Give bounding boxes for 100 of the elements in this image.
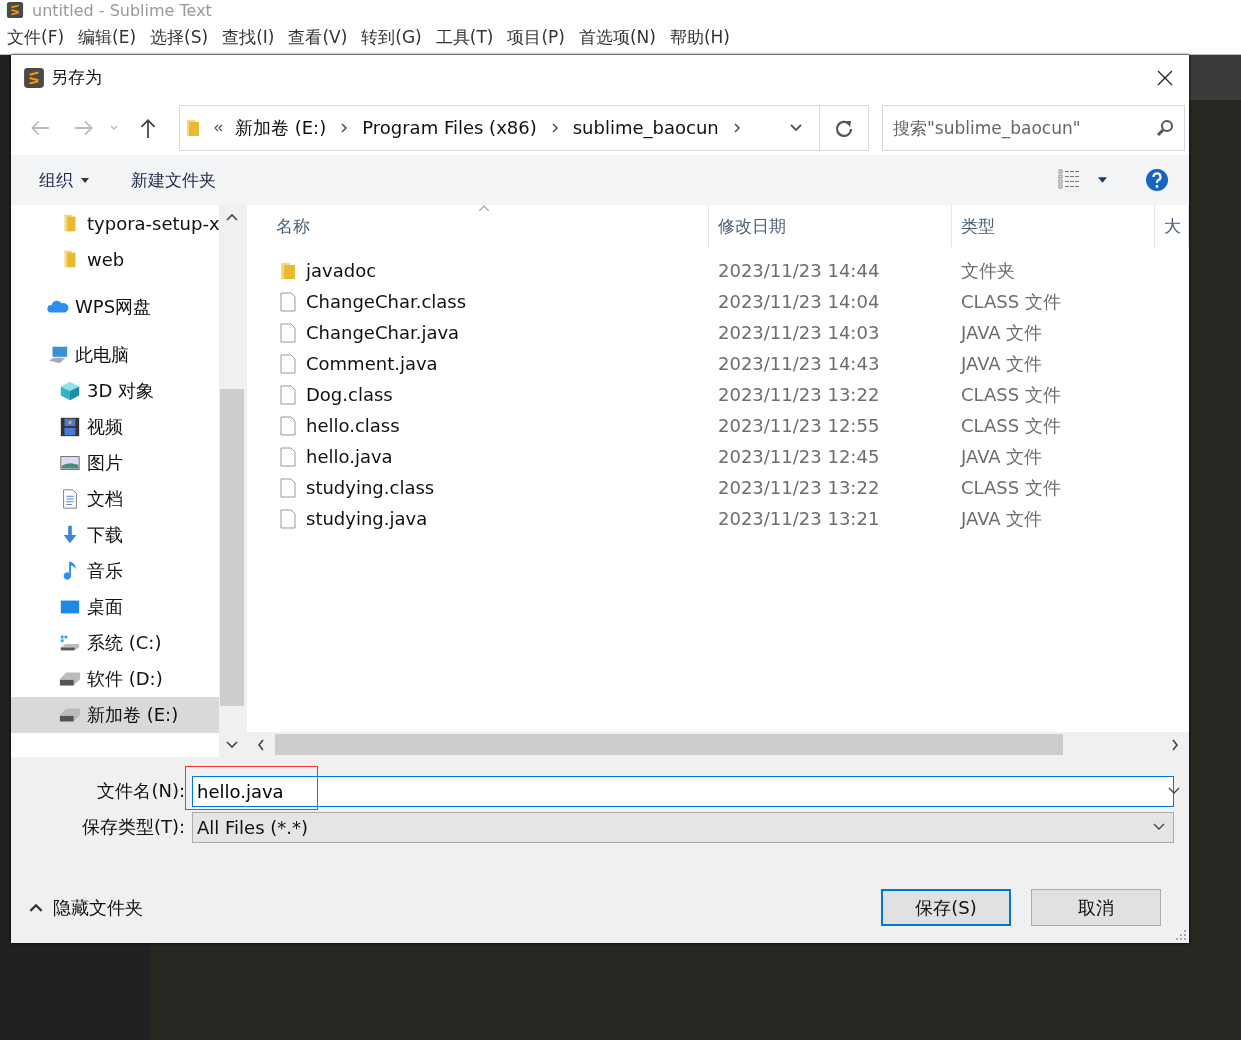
file-row[interactable]: javadoc 2023/11/23 14:44 文件夹: [247, 255, 1189, 286]
chevron-down-icon[interactable]: [789, 122, 803, 133]
nav-item[interactable]: 软件 (D:): [11, 661, 219, 697]
cube-icon: [59, 380, 81, 402]
filename-label: 文件名(N):: [96, 779, 186, 803]
file-date: 2023/11/23 14:43: [718, 353, 880, 374]
file-row[interactable]: Comment.java 2023/11/23 14:43 JAVA 文件: [247, 348, 1189, 379]
file-type: 文件夹: [961, 258, 1015, 283]
file-type: CLASS 文件: [961, 382, 1061, 407]
dialog-button[interactable]: 保存(S): [881, 889, 1011, 926]
menu-item[interactable]: 文件(F): [7, 25, 65, 49]
column-header[interactable]: 类型: [952, 205, 1155, 247]
file-icon: [280, 384, 296, 405]
breadcrumb[interactable]: sublime_baocun: [572, 117, 719, 138]
nav-item[interactable]: 系统 (C:): [11, 625, 219, 661]
scroll-up-icon[interactable]: [226, 213, 238, 221]
file-date: 2023/11/23 14:03: [718, 322, 880, 343]
nav-item[interactable]: 桌面: [11, 589, 219, 625]
caret-icon: [81, 177, 89, 183]
file-type: CLASS 文件: [961, 289, 1061, 314]
scroll-left-icon[interactable]: [257, 738, 265, 751]
nav-item[interactable]: web: [11, 241, 219, 277]
search-icon: [1155, 117, 1175, 138]
nav-item[interactable]: 视频: [11, 409, 219, 445]
file-name: hello.class: [306, 415, 400, 436]
caret-icon[interactable]: [1098, 177, 1107, 183]
nav-item[interactable]: typora-setup-x: [11, 205, 219, 241]
filetype-dropdown[interactable]: All Files (*.*): [192, 811, 1174, 843]
chevron-right-icon[interactable]: [340, 121, 349, 134]
file-date: 2023/11/23 14:44: [718, 260, 880, 281]
menu-item[interactable]: 编辑(E): [78, 25, 137, 49]
pc-icon: [47, 344, 69, 366]
chevron-down-icon[interactable]: [1168, 787, 1180, 795]
search-field[interactable]: 搜索"sublime_baocun": [882, 104, 1185, 151]
file-date: 2023/11/23 12:45: [718, 446, 880, 467]
file-icon: [280, 353, 296, 374]
file-icon: [280, 291, 296, 312]
chevron-down-icon[interactable]: [1153, 823, 1165, 831]
chevron-up-icon: [29, 903, 43, 912]
nav-item[interactable]: 新加卷 (E:): [11, 697, 219, 733]
file-name: ChangeChar.class: [306, 291, 467, 312]
file-name: Comment.java: [306, 353, 438, 374]
file-row[interactable]: Dog.class 2023/11/23 13:22 CLASS 文件: [247, 379, 1189, 410]
nav-item[interactable]: 此电脑: [11, 337, 219, 373]
resize-grip-icon[interactable]: [1176, 930, 1186, 940]
nav-item[interactable]: WPS网盘: [11, 289, 219, 325]
file-icon: [280, 477, 296, 498]
scrollbar-thumb[interactable]: [275, 734, 1063, 755]
file-row[interactable]: studying.class 2023/11/23 13:22 CLASS 文件: [247, 472, 1189, 503]
new-folder-button[interactable]: 新建文件夹: [123, 164, 224, 196]
file-name: javadoc: [306, 260, 377, 281]
column-header[interactable]: 大: [1155, 205, 1189, 247]
view-details-icon[interactable]: [1058, 169, 1080, 191]
breadcrumb[interactable]: 新加卷 (E:): [235, 115, 327, 140]
column-header[interactable]: 名称: [247, 205, 709, 247]
double-chevron-icon[interactable]: [214, 123, 223, 132]
file-row[interactable]: hello.class 2023/11/23 12:55 CLASS 文件: [247, 410, 1189, 441]
file-name: ChangeChar.java: [306, 322, 460, 343]
file-type: CLASS 文件: [961, 475, 1061, 500]
file-name: hello.java: [306, 446, 393, 467]
file-date: 2023/11/23 14:04: [718, 291, 880, 312]
help-icon[interactable]: [1145, 168, 1169, 192]
nav-item[interactable]: 音乐: [11, 553, 219, 589]
file-row[interactable]: studying.java 2023/11/23 13:21 JAVA 文件: [247, 503, 1189, 534]
nav-item[interactable]: 图片: [11, 445, 219, 481]
menu-item[interactable]: 查看(V): [288, 25, 348, 49]
menu-item[interactable]: 项目(P): [507, 25, 565, 49]
menu-item[interactable]: 选择(S): [150, 25, 209, 49]
filetype-label: 保存类型(T):: [80, 815, 186, 839]
file-row[interactable]: ChangeChar.class 2023/11/23 14:04 CLASS 文件: [247, 286, 1189, 317]
filename-field[interactable]: hello.java: [192, 775, 1174, 807]
menu-item[interactable]: 查找(I): [222, 25, 275, 49]
file-date: 2023/11/23 12:55: [718, 415, 880, 436]
breadcrumb[interactable]: Program Files (x86): [362, 117, 537, 138]
file-date: 2023/11/23 13:21: [718, 508, 880, 529]
scroll-right-icon[interactable]: [1171, 738, 1179, 751]
close-icon[interactable]: [1157, 69, 1173, 86]
hide-folders-toggle[interactable]: 隐藏文件夹: [25, 891, 147, 924]
column-header[interactable]: 修改日期: [709, 205, 952, 247]
menu-item[interactable]: 帮助(H): [669, 25, 730, 49]
chevron-right-icon[interactable]: [732, 121, 741, 134]
organize-button[interactable]: 组织: [31, 164, 97, 196]
chevron-right-icon[interactable]: [550, 121, 559, 134]
file-name: studying.java: [306, 508, 428, 529]
dialog-button[interactable]: 取消: [1031, 889, 1161, 926]
address-bar[interactable]: 新加卷 (E:) Program Files (x86) sublime_baocun: [179, 104, 869, 151]
nav-item[interactable]: 下载: [11, 517, 219, 553]
menu-item[interactable]: 首选项(N): [578, 25, 656, 49]
file-row[interactable]: ChangeChar.java 2023/11/23 14:03 JAVA 文件: [247, 317, 1189, 348]
nav-item[interactable]: 3D 对象: [11, 373, 219, 409]
file-name: Dog.class: [306, 384, 393, 405]
sort-caret-icon: [477, 205, 490, 212]
file-icon: [280, 446, 296, 467]
file-row[interactable]: hello.java 2023/11/23 12:45 JAVA 文件: [247, 441, 1189, 472]
menu-item[interactable]: 工具(T): [435, 25, 494, 49]
nav-item[interactable]: 文档: [11, 481, 219, 517]
menu-item[interactable]: 转到(G): [361, 25, 422, 49]
scroll-down-icon[interactable]: [226, 741, 238, 749]
file-type: JAVA 文件: [961, 351, 1043, 376]
scrollbar-thumb[interactable]: [220, 389, 244, 706]
